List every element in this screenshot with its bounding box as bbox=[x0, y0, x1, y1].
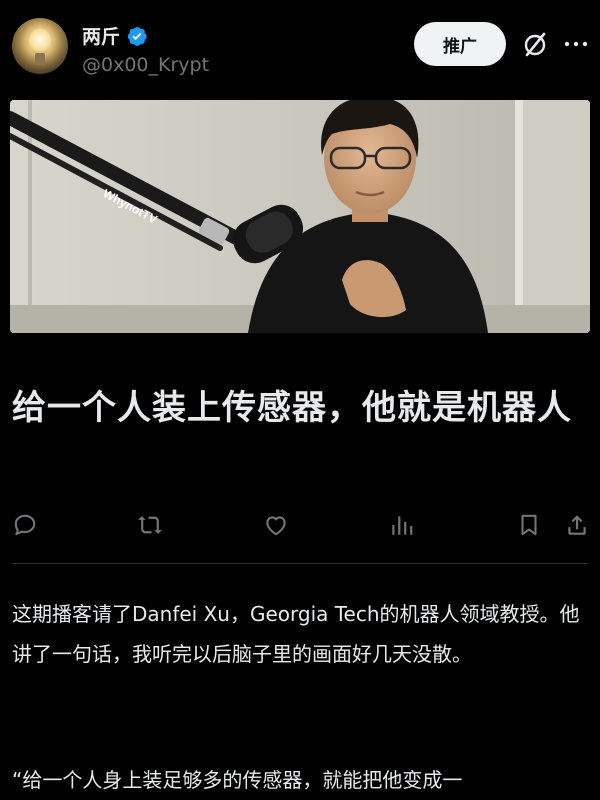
share-icon bbox=[568, 515, 586, 535]
like-icon bbox=[266, 516, 286, 536]
lightbulb-icon bbox=[29, 28, 51, 54]
avatar[interactable] bbox=[12, 18, 68, 74]
display-name[interactable]: 两斤 bbox=[82, 22, 120, 49]
reply-button[interactable] bbox=[8, 508, 42, 542]
author-handle[interactable]: @0x00_Krypt bbox=[82, 54, 209, 76]
verified-badge-icon bbox=[127, 26, 147, 46]
like-button[interactable] bbox=[259, 508, 293, 542]
repost-icon bbox=[138, 516, 162, 534]
podcast-scene-image: WhynotTV bbox=[10, 100, 590, 333]
author-name-row: 两斤 bbox=[82, 22, 148, 49]
divider bbox=[12, 563, 588, 564]
post-header: 两斤 @0x00_Krypt 推广 bbox=[0, 0, 600, 96]
repost-button[interactable] bbox=[133, 508, 167, 542]
reply-icon bbox=[14, 514, 36, 536]
post-title: 给一个人装上传感器，他就是机器人 bbox=[12, 388, 572, 428]
post-video-thumbnail[interactable]: WhynotTV bbox=[10, 100, 590, 333]
promote-button[interactable]: 推广 bbox=[414, 22, 506, 66]
more-options-icon[interactable] bbox=[562, 30, 590, 58]
grok-icon[interactable] bbox=[520, 30, 550, 60]
bookmark-icon bbox=[521, 514, 537, 536]
post-body-quote: “给一个人身上装足够多的传感器，就能把他变成一 bbox=[12, 768, 463, 792]
post-body-paragraph: 这期播客请了Danfei Xu，Georgia Tech的机器人领域教授。他讲了… bbox=[12, 602, 580, 666]
views-icon bbox=[392, 516, 413, 535]
share-button[interactable] bbox=[560, 508, 594, 542]
post-action-bar bbox=[0, 508, 600, 548]
views-button[interactable] bbox=[385, 508, 419, 542]
bookmark-button[interactable] bbox=[512, 508, 546, 542]
